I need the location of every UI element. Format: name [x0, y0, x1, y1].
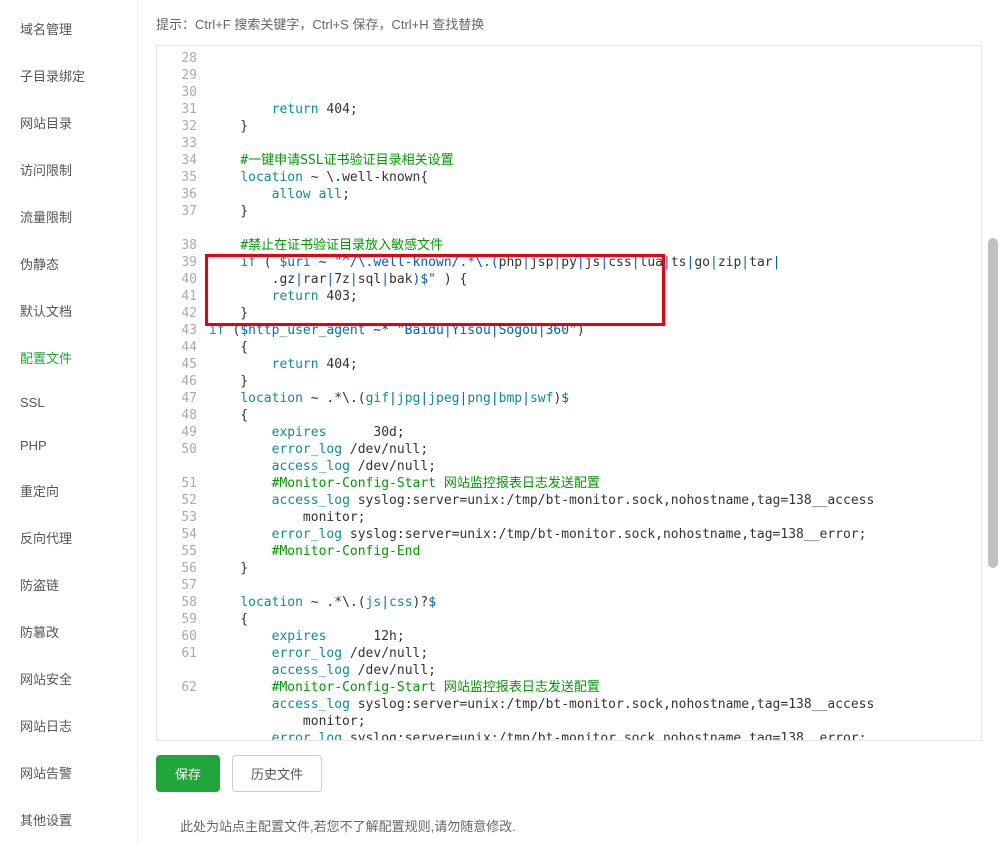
- sidebar-item-default-doc[interactable]: 默认文档: [0, 287, 137, 334]
- code-line-57[interactable]: expires 12h;: [205, 628, 981, 645]
- code-line-46[interactable]: expires 30d;: [205, 424, 981, 441]
- sidebar-item-proxy[interactable]: 反向代理: [0, 514, 137, 561]
- code-line-52[interactable]: #Monitor-Config-End: [205, 543, 981, 560]
- code-line-30[interactable]: [205, 135, 981, 152]
- button-row: 保存 历史文件: [156, 741, 982, 802]
- sidebar-item-access[interactable]: 访问限制: [0, 146, 137, 193]
- sidebar-item-redirect[interactable]: 重定向: [0, 467, 137, 514]
- code-line-50[interactable]: access_log syslog:server=unix:/tmp/bt-mo…: [205, 492, 981, 509]
- main-panel: 提示：Ctrl+F 搜索关键字，Ctrl+S 保存，Ctrl+H 查找替换 28…: [138, 0, 1000, 845]
- code-line-28[interactable]: return 404;: [205, 101, 981, 118]
- code-line-60[interactable]: #Monitor-Config-Start 网站监控报表日志发送配置: [205, 679, 981, 696]
- code-line-56[interactable]: {: [205, 611, 981, 628]
- code-line-39[interactable]: }: [205, 305, 981, 322]
- code-line-44[interactable]: location ~ .*\.(gif|jpg|jpeg|png|bmp|swf…: [205, 390, 981, 407]
- sidebar-item-other[interactable]: 其他设置: [0, 796, 137, 843]
- code-editor[interactable]: 2829303132333435363738394041424344454647…: [156, 45, 982, 741]
- code-line-54[interactable]: [205, 577, 981, 594]
- code-line-37[interactable]: if ( $uri ~ "^/\.well-known/.*\.(php|jsp…: [205, 254, 981, 271]
- code-line-43[interactable]: }: [205, 373, 981, 390]
- code-line-34[interactable]: }: [205, 203, 981, 220]
- code-line-59[interactable]: access_log /dev/null;: [205, 662, 981, 679]
- code-line-51[interactable]: error_log syslog:server=unix:/tmp/bt-mon…: [205, 526, 981, 543]
- code-line-32[interactable]: location ~ \.well-known{: [205, 169, 981, 186]
- sidebar-item-ssl[interactable]: SSL: [0, 381, 137, 424]
- code-line-42[interactable]: return 404;: [205, 356, 981, 373]
- code-line-37[interactable]: .gz|rar|7z|sql|bak)$" ) {: [205, 271, 981, 288]
- sidebar-item-traffic[interactable]: 流量限制: [0, 193, 137, 240]
- code-line-36[interactable]: #禁止在证书验证目录放入敏感文件: [205, 237, 981, 254]
- code-line-53[interactable]: }: [205, 560, 981, 577]
- line-gutter: 2829303132333435363738394041424344454647…: [157, 46, 205, 740]
- code-line-40[interactable]: if ($http_user_agent ~* "Baidu|Yisou|Sog…: [205, 322, 981, 339]
- footer-note: 此处为站点主配置文件,若您不了解配置规则,请勿随意修改.: [156, 802, 982, 835]
- save-button[interactable]: 保存: [156, 755, 220, 792]
- code-line-48[interactable]: access_log /dev/null;: [205, 458, 981, 475]
- sidebar-item-tamper[interactable]: 防篡改: [0, 608, 137, 655]
- sidebar-item-alert[interactable]: 网站告警: [0, 749, 137, 796]
- code-line-61[interactable]: monitor;: [205, 713, 981, 730]
- sidebar-item-domain[interactable]: 域名管理: [0, 5, 137, 52]
- sidebar-item-security[interactable]: 网站安全: [0, 655, 137, 702]
- code-line-35[interactable]: [205, 220, 981, 237]
- sidebar: 域名管理 子目录绑定 网站目录 访问限制 流量限制 伪静态 默认文档 配置文件 …: [0, 0, 138, 845]
- code-line-49[interactable]: #Monitor-Config-Start 网站监控报表日志发送配置: [205, 475, 981, 492]
- scrollbar-thumb[interactable]: [988, 238, 998, 568]
- code-line-50[interactable]: monitor;: [205, 509, 981, 526]
- sidebar-item-logs[interactable]: 网站日志: [0, 702, 137, 749]
- code-line-62[interactable]: error_log syslog:server=unix:/tmp/bt-mon…: [205, 730, 981, 740]
- code-line-61[interactable]: access_log syslog:server=unix:/tmp/bt-mo…: [205, 696, 981, 713]
- code-line-31[interactable]: #一键申请SSL证书验证目录相关设置: [205, 152, 981, 169]
- code-line-58[interactable]: error_log /dev/null;: [205, 645, 981, 662]
- code-line-38[interactable]: return 403;: [205, 288, 981, 305]
- code-line-55[interactable]: location ~ .*\.(js|css)?$: [205, 594, 981, 611]
- scrollbar[interactable]: [988, 60, 998, 620]
- code-line-41[interactable]: {: [205, 339, 981, 356]
- code-line-29[interactable]: }: [205, 118, 981, 135]
- sidebar-item-webdir[interactable]: 网站目录: [0, 99, 137, 146]
- sidebar-item-hotlink[interactable]: 防盗链: [0, 561, 137, 608]
- sidebar-item-subdir[interactable]: 子目录绑定: [0, 52, 137, 99]
- sidebar-item-rewrite[interactable]: 伪静态: [0, 240, 137, 287]
- code-line-45[interactable]: {: [205, 407, 981, 424]
- sidebar-item-php[interactable]: PHP: [0, 424, 137, 467]
- history-button[interactable]: 历史文件: [232, 755, 322, 792]
- hint-text: 提示：Ctrl+F 搜索关键字，Ctrl+S 保存，Ctrl+H 查找替换: [156, 8, 982, 45]
- code-area[interactable]: return 404; } #一键申请SSL证书验证目录相关设置 locatio…: [205, 46, 981, 740]
- sidebar-item-config[interactable]: 配置文件: [0, 334, 137, 381]
- code-line-47[interactable]: error_log /dev/null;: [205, 441, 981, 458]
- code-line-33[interactable]: allow all;: [205, 186, 981, 203]
